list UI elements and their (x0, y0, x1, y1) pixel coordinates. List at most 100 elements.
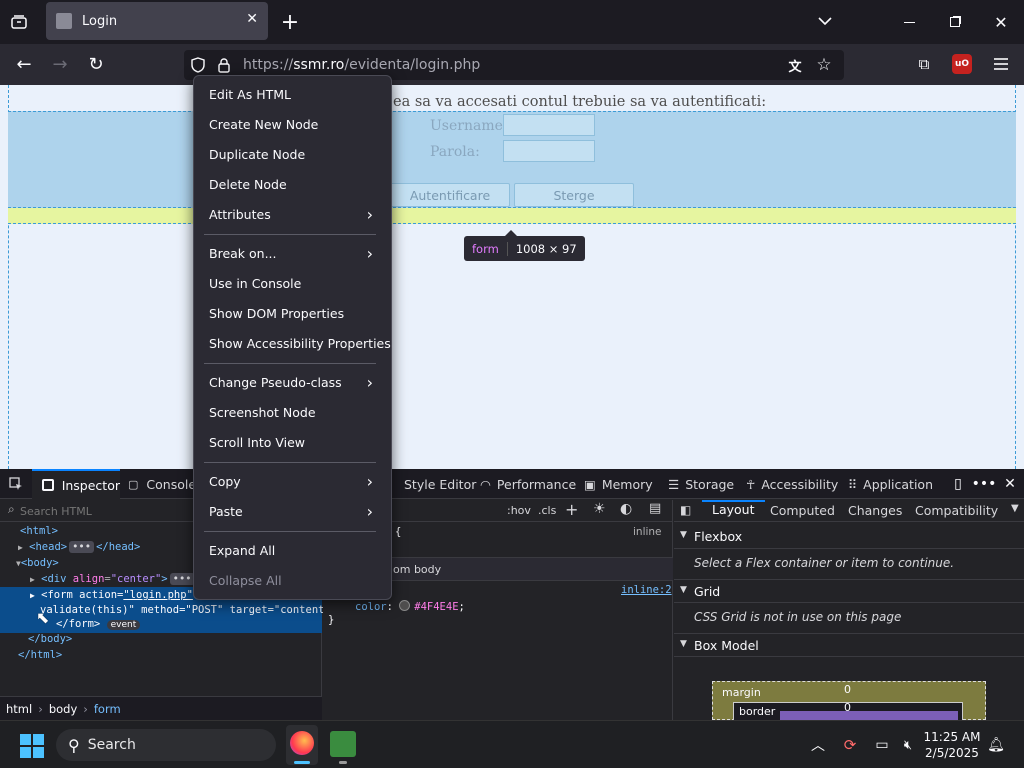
tab-changes[interactable]: Changes (848, 503, 902, 518)
print-media-icon[interactable]: ▤ (649, 501, 661, 516)
maximize-icon[interactable] (944, 12, 966, 32)
rule-source-link[interactable]: inline:2 (621, 584, 672, 596)
taskbar-firefox[interactable] (286, 725, 318, 765)
notification-bell-icon[interactable]: 🔔︎ (986, 735, 1006, 755)
menu-paste[interactable]: Paste (209, 502, 243, 522)
boxmodel-border[interactable]: border 0 (733, 701, 963, 721)
tab-memory[interactable]: ▣ Memory (584, 469, 653, 499)
more-options-icon[interactable]: ••• (972, 474, 997, 494)
system-clock[interactable]: 11:25 AM 2/5/2025 (922, 729, 982, 761)
minimize-icon[interactable] (898, 12, 920, 32)
expand-form-icon[interactable]: ▶ (30, 591, 35, 600)
toggle-sidebar-icon[interactable]: ◧ (680, 503, 691, 517)
breadcrumb-html[interactable]: html (6, 702, 32, 716)
pick-element-icon[interactable] (6, 474, 26, 494)
menu-show-dom-properties[interactable]: Show DOM Properties (209, 304, 344, 324)
color-swatch[interactable] (399, 600, 411, 611)
tree-body[interactable]: ▼<body> (16, 557, 59, 569)
translate-icon[interactable]: 文 (784, 55, 806, 75)
windows-start-icon[interactable] (20, 734, 44, 758)
close-window-icon[interactable]: ✕ (990, 12, 1012, 32)
breadcrumb-form[interactable]: form (94, 702, 121, 716)
menu-break-on[interactable]: Break on... (209, 244, 277, 264)
tree-head[interactable]: ▶ <head> ••• </head> (18, 541, 140, 553)
rule-property: color (355, 601, 387, 613)
tab-storage[interactable]: ☰ Storage (668, 469, 734, 499)
tab-computed[interactable]: Computed (770, 503, 835, 518)
menu-duplicate-node[interactable]: Duplicate Node (209, 145, 305, 165)
extensions-icon[interactable]: ⧉ (913, 53, 935, 75)
tab-style-editor[interactable]: Style Editor (392, 469, 476, 499)
menu-expand-all[interactable]: Expand All (209, 541, 275, 561)
tab-performance[interactable]: ◠ Performance (480, 469, 576, 499)
new-tab-icon[interactable]: + (280, 10, 300, 35)
tab-console[interactable]: ▢ Console (128, 469, 196, 499)
menu-use-in-console[interactable]: Use in Console (209, 274, 301, 294)
tree-div[interactable]: ▶ <div align="center">•••</ (30, 573, 209, 585)
login-button[interactable]: Autentificare (390, 183, 510, 207)
close-tab-icon[interactable]: ✕ (246, 11, 258, 27)
rules-hov-toggle[interactable]: :hov (507, 504, 531, 517)
grid-header[interactable]: ▼ Grid (674, 579, 1024, 603)
tree-form[interactable]: ▶ <form action="login.php" (30, 589, 193, 601)
light-mode-icon[interactable]: ☀ (593, 501, 606, 517)
sync-icon[interactable]: ⟳ (840, 735, 860, 755)
layout-pane: ◧ Layout Computed Changes Compatibility … (674, 500, 1024, 721)
lock-icon[interactable] (214, 55, 234, 75)
bookmark-star-icon[interactable]: ☆ (813, 54, 835, 76)
rule-declaration[interactable]: color: #4F4E4E; (355, 600, 465, 613)
menu-delete-node[interactable]: Delete Node (209, 175, 287, 195)
tree-body-close[interactable]: </body> (28, 633, 72, 645)
tree-html-close[interactable]: </html> (18, 649, 62, 661)
forward-icon[interactable]: → (48, 52, 72, 76)
more-tabs-chevron-icon[interactable]: ▼ (1011, 503, 1019, 514)
event-badge[interactable]: event (106, 620, 141, 630)
close-devtools-icon[interactable]: ✕ (1000, 474, 1020, 494)
taskbar-search[interactable]: ⚲ Search (56, 729, 276, 761)
tab-overview-icon[interactable] (8, 12, 30, 32)
tab-inspector[interactable]: Inspector (32, 469, 120, 499)
tab-compatibility[interactable]: Compatibility (915, 503, 998, 518)
chevron-down-icon[interactable] (814, 10, 836, 32)
display-icon[interactable]: ▭ (872, 735, 892, 755)
boxmodel-margin[interactable]: margin 0 border 0 (712, 681, 986, 721)
volume-muted-icon[interactable]: 🔇︎ (898, 735, 918, 755)
dark-mode-icon[interactable]: ◐ (620, 501, 632, 517)
tab-layout[interactable]: Layout (702, 500, 765, 520)
rules-cls-toggle[interactable]: .cls (538, 504, 556, 517)
show-hidden-icons-icon[interactable]: ︿ (808, 735, 828, 755)
hamburger-menu-icon[interactable] (990, 53, 1012, 75)
menu-show-accessibility-properties[interactable]: Show Accessibility Properties (209, 334, 391, 354)
ellipsis-badge[interactable]: ••• (69, 541, 95, 553)
submenu-chevron-icon: › (366, 472, 373, 491)
password-input[interactable] (503, 140, 595, 162)
tree-html-open[interactable]: <html> (20, 525, 58, 537)
search-html-input[interactable] (20, 502, 190, 520)
ublock-icon[interactable]: uO (952, 54, 972, 74)
menu-attributes[interactable]: Attributes (209, 205, 271, 225)
boxmodel-margin-top[interactable]: 0 (844, 683, 851, 696)
tab-application[interactable]: ⠿ Application (848, 469, 933, 499)
flexbox-header[interactable]: ▼ Flexbox (674, 525, 1024, 549)
tab-login[interactable]: Login ✕ (46, 2, 268, 40)
menu-scroll-into-view[interactable]: Scroll Into View (209, 433, 305, 453)
dock-side-icon[interactable]: ▯ (948, 474, 968, 494)
add-rule-icon[interactable]: + (565, 500, 578, 519)
breadcrumb-body[interactable]: body (49, 702, 77, 716)
back-icon[interactable]: ← (12, 52, 36, 76)
expand-div-icon[interactable]: ▶ (30, 575, 35, 584)
boxmodel-header[interactable]: ▼ Box Model (674, 633, 1024, 657)
menu-screenshot-node[interactable]: Screenshot Node (209, 403, 316, 423)
clear-button[interactable]: Sterge (514, 183, 634, 207)
menu-edit-as-html[interactable]: Edit As HTML (209, 85, 291, 105)
expand-head-icon[interactable]: ▶ (18, 543, 23, 552)
username-input[interactable] (503, 114, 595, 136)
menu-change-pseudo-class[interactable]: Change Pseudo-class (209, 373, 342, 393)
notepad-app-icon[interactable] (330, 731, 356, 757)
tab-accessibility[interactable]: ☥ Accessibility (746, 469, 838, 499)
shield-icon[interactable] (188, 55, 208, 75)
menu-create-new-node[interactable]: Create New Node (209, 115, 318, 135)
div-ellipsis-badge[interactable]: ••• (169, 573, 195, 585)
menu-copy[interactable]: Copy (209, 472, 241, 492)
reload-icon[interactable]: ↻ (84, 52, 108, 76)
